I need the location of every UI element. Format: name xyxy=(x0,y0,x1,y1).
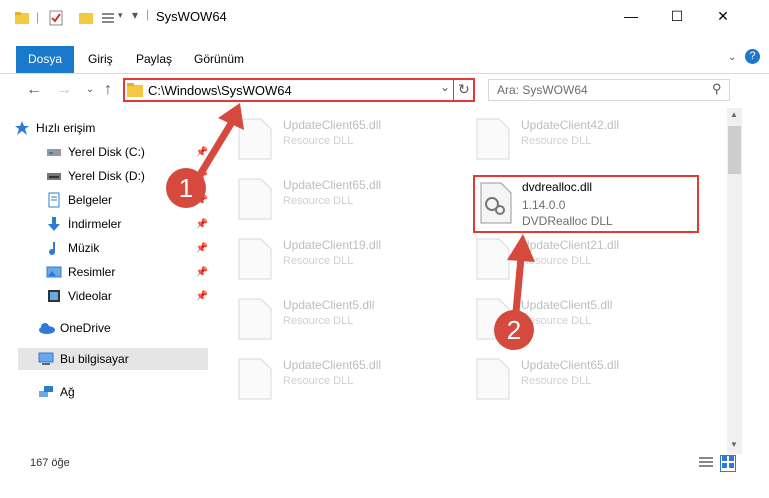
annotation-arrows xyxy=(194,103,535,316)
step-badge-1: 1 xyxy=(166,168,206,208)
step-badge-2: 2 xyxy=(494,310,534,350)
